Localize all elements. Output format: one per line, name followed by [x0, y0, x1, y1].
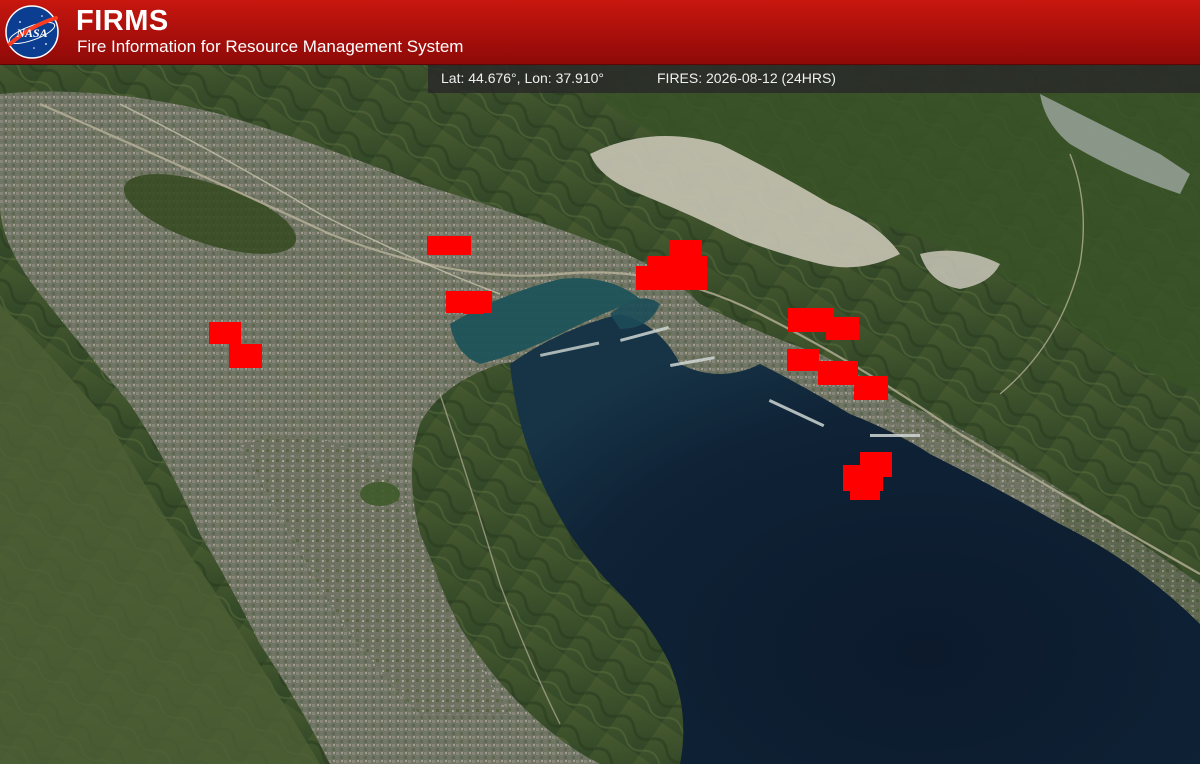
nasa-logo-text: NASA	[15, 26, 47, 40]
status-bar: Lat: 44.676°, Lon: 37.910° FIRES: 2026-0…	[428, 64, 1200, 93]
fire-pixel[interactable]	[209, 322, 241, 344]
fire-pixel[interactable]	[427, 236, 471, 255]
park-patch	[360, 482, 400, 506]
fire-pixel[interactable]	[787, 349, 819, 371]
app-subtitle: Fire Information for Resource Management…	[77, 37, 464, 56]
pier	[870, 434, 920, 437]
satellite-map[interactable]	[0, 64, 1200, 764]
app-title: FIRMS	[76, 5, 169, 37]
map-view[interactable]	[0, 64, 1200, 764]
fire-pixel[interactable]	[463, 304, 483, 314]
firms-app: NASA FIRMS Fire Information for Resource…	[0, 0, 1200, 764]
fire-pixel[interactable]	[826, 317, 859, 340]
fire-pixel[interactable]	[229, 344, 262, 368]
fire-pixel[interactable]	[818, 361, 858, 385]
nasa-logo[interactable]: NASA	[4, 4, 60, 60]
header-bar: NASA FIRMS Fire Information for Resource…	[0, 0, 1200, 65]
fire-pixel[interactable]	[636, 266, 666, 290]
fire-pixel[interactable]	[850, 484, 880, 500]
fires-date-readout: FIRES: 2026-08-12 (24HRS)	[657, 70, 836, 86]
coordinate-readout: Lat: 44.676°, Lon: 37.910°	[441, 70, 604, 86]
fire-pixel[interactable]	[854, 376, 888, 400]
